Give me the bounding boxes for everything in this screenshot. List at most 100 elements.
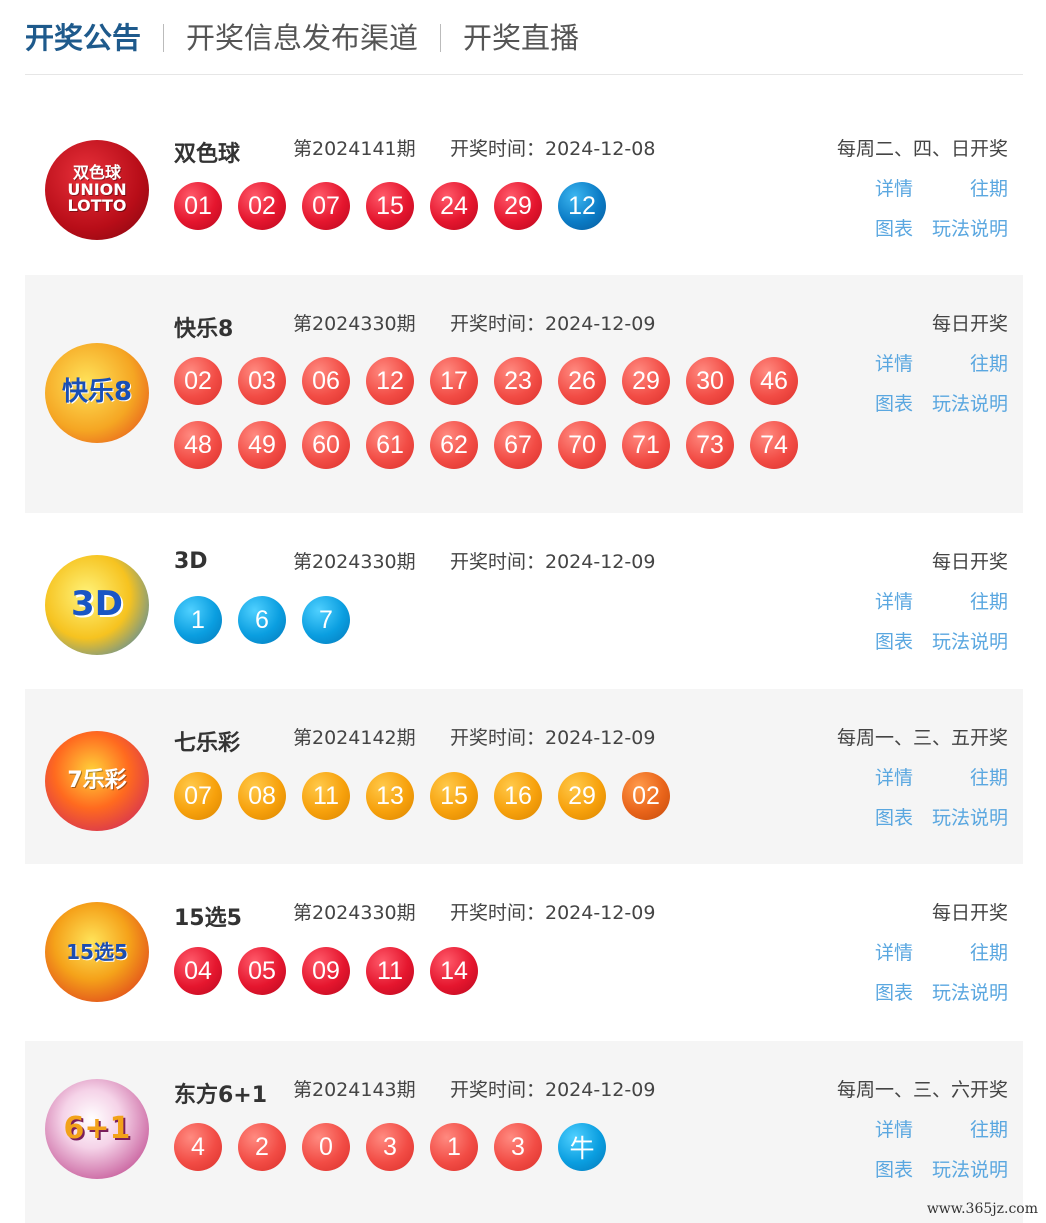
lottery-name: 3D <box>174 549 208 574</box>
watermark: www.365jz.com <box>926 1201 1038 1217</box>
draw-schedule: 每日开奖 <box>931 551 1008 573</box>
rules-link[interactable]: 玩法说明 <box>932 978 1008 1005</box>
df61-logo-icon: 6+1 <box>45 1079 149 1179</box>
detail-link[interactable]: 详情 <box>875 763 913 790</box>
number-ball: 04 <box>174 947 222 995</box>
number-ball: 13 <box>366 772 414 820</box>
announcement-tabs: 开奖公告 开奖信息发布渠道 开奖直播 <box>25 18 579 58</box>
lottery-row-ssq: 双色球 UNION LOTTO 双色球 第2024141期 开奖时间：2024-… <box>25 100 1023 275</box>
rules-link[interactable]: 玩法说明 <box>932 214 1008 241</box>
tab-divider <box>163 24 165 52</box>
issue-number: 第2024330期 <box>293 902 416 924</box>
tab-live[interactable]: 开奖直播 <box>463 18 579 58</box>
kl8-logo-icon: 快乐8 <box>45 343 149 443</box>
number-ball: 29 <box>558 772 606 820</box>
history-link[interactable]: 往期 <box>970 174 1008 201</box>
number-ball: 12 <box>558 182 606 230</box>
number-ball: 29 <box>622 357 670 405</box>
draw-time: 开奖时间：2024-12-09 <box>450 551 656 573</box>
ball-group: 07 08 11 13 15 16 29 02 <box>174 772 814 820</box>
number-ball: 03 <box>238 357 286 405</box>
chart-link[interactable]: 图表 <box>875 1155 913 1182</box>
lottery-name: 东方6+1 <box>174 1083 268 1108</box>
lottery-row-kl8: 快乐8 快乐8 第2024330期 开奖时间：2024-12-09 每日开奖 详… <box>25 275 1023 513</box>
number-ball: 12 <box>366 357 414 405</box>
history-link[interactable]: 往期 <box>970 763 1008 790</box>
detail-link[interactable]: 详情 <box>875 587 913 614</box>
ssq-logo-icon: 双色球 UNION LOTTO <box>45 140 149 240</box>
number-ball: 17 <box>430 357 478 405</box>
rules-link[interactable]: 玩法说明 <box>932 627 1008 654</box>
number-ball: 02 <box>238 182 286 230</box>
number-ball: 1 <box>174 596 222 644</box>
number-ball: 牛 <box>558 1123 606 1171</box>
detail-link[interactable]: 详情 <box>875 349 913 376</box>
draw-time: 开奖时间：2024-12-09 <box>450 902 656 924</box>
chart-link[interactable]: 图表 <box>875 214 913 241</box>
lottery-name: 快乐8 <box>174 317 234 342</box>
issue-number: 第2024330期 <box>293 551 416 573</box>
header-divider <box>25 74 1023 75</box>
number-ball: 6 <box>238 596 286 644</box>
lottery-name: 双色球 <box>174 142 241 167</box>
number-ball: 48 <box>174 421 222 469</box>
lottery-name: 15选5 <box>174 906 242 931</box>
number-ball: 71 <box>622 421 670 469</box>
number-ball: 05 <box>238 947 286 995</box>
ball-group: 04 05 09 11 14 <box>174 947 814 995</box>
chart-link[interactable]: 图表 <box>875 978 913 1005</box>
issue-number: 第2024141期 <box>293 138 416 160</box>
number-ball: 7 <box>302 596 350 644</box>
history-link[interactable]: 往期 <box>970 349 1008 376</box>
number-ball: 02 <box>622 772 670 820</box>
history-link[interactable]: 往期 <box>970 938 1008 965</box>
ball-group: 02 03 06 12 17 23 26 29 30 46 48 49 60 61 62 67 70 71 73 74 <box>174 357 814 469</box>
tab-announcement[interactable]: 开奖公告 <box>25 18 141 58</box>
number-ball: 67 <box>494 421 542 469</box>
chart-link[interactable]: 图表 <box>875 803 913 830</box>
chart-link[interactable]: 图表 <box>875 389 913 416</box>
number-ball: 49 <box>238 421 286 469</box>
lottery-row-15x5: 15选5 15选5 第2024330期 开奖时间：2024-12-09 每日开奖… <box>25 864 1023 1041</box>
detail-link[interactable]: 详情 <box>875 938 913 965</box>
draw-time: 开奖时间：2024-12-09 <box>450 727 656 749</box>
number-ball: 3 <box>494 1123 542 1171</box>
history-link[interactable]: 往期 <box>970 1115 1008 1142</box>
ball-group: 420313牛 <box>174 1123 814 1171</box>
history-link[interactable]: 往期 <box>970 587 1008 614</box>
number-ball: 24 <box>430 182 478 230</box>
number-ball: 2 <box>238 1123 286 1171</box>
number-ball: 15 <box>430 772 478 820</box>
number-ball: 16 <box>494 772 542 820</box>
number-ball: 06 <box>302 357 350 405</box>
number-ball: 60 <box>302 421 350 469</box>
number-ball: 07 <box>174 772 222 820</box>
lottery-name: 七乐彩 <box>174 731 241 756</box>
draw-schedule: 每周二、四、日开奖 <box>836 138 1008 160</box>
draw-time: 开奖时间：2024-12-08 <box>450 138 656 160</box>
number-ball: 62 <box>430 421 478 469</box>
lottery-row-df61: 6+1 东方6+1 第2024143期 开奖时间：2024-12-09 每周一、… <box>25 1041 1023 1223</box>
number-ball: 29 <box>494 182 542 230</box>
lottery-row-3d: 3D 3D 第2024330期 开奖时间：2024-12-09 每日开奖 详情 … <box>25 513 1023 689</box>
number-ball: 1 <box>430 1123 478 1171</box>
tab-channels[interactable]: 开奖信息发布渠道 <box>186 18 418 58</box>
issue-number: 第2024330期 <box>293 313 416 335</box>
draw-schedule: 每日开奖 <box>931 902 1008 924</box>
detail-link[interactable]: 详情 <box>875 174 913 201</box>
draw-time: 开奖时间：2024-12-09 <box>450 313 656 335</box>
number-ball: 07 <box>302 182 350 230</box>
draw-schedule: 每周一、三、六开奖 <box>836 1079 1008 1101</box>
rules-link[interactable]: 玩法说明 <box>932 389 1008 416</box>
draw-time: 开奖时间：2024-12-09 <box>450 1079 656 1101</box>
ball-group: 01 02 07 15 24 29 12 <box>174 182 814 230</box>
rules-link[interactable]: 玩法说明 <box>932 1155 1008 1182</box>
number-ball: 30 <box>686 357 734 405</box>
detail-link[interactable]: 详情 <box>875 1115 913 1142</box>
number-ball: 11 <box>366 947 414 995</box>
number-ball: 4 <box>174 1123 222 1171</box>
number-ball: 70 <box>558 421 606 469</box>
chart-link[interactable]: 图表 <box>875 627 913 654</box>
rules-link[interactable]: 玩法说明 <box>932 803 1008 830</box>
issue-number: 第2024143期 <box>293 1079 416 1101</box>
